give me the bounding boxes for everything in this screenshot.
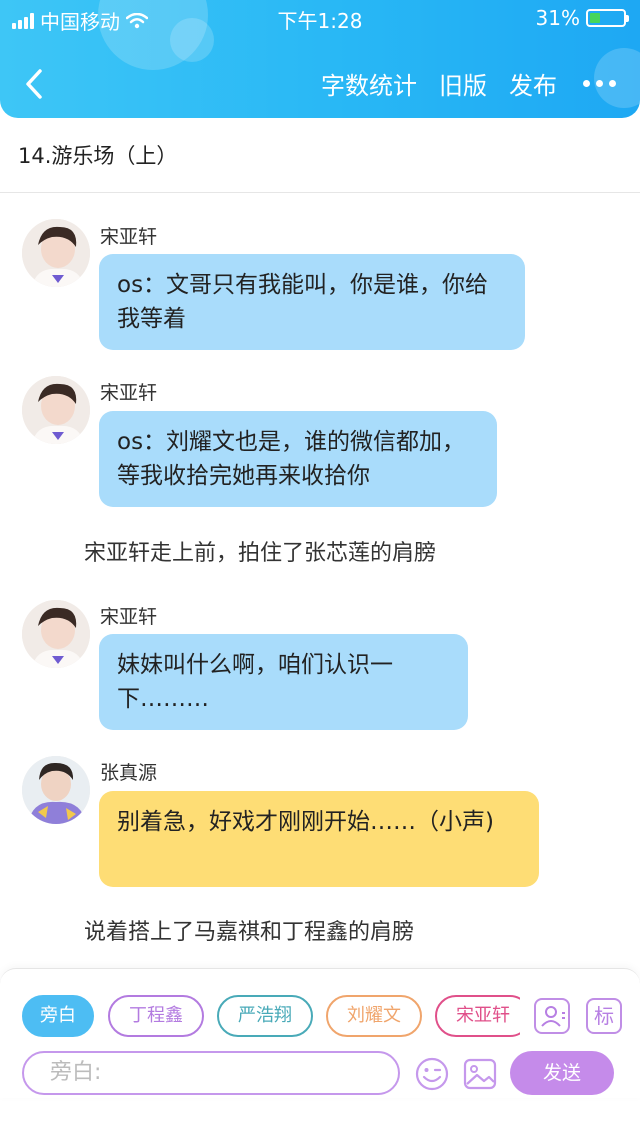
message-bubble[interactable]: os：刘耀文也是，谁的微信都加，等我收拾完她再来收拾你 [99,411,497,507]
divider [0,192,640,193]
nav-actions: 字数统计 旧版 发布 [321,66,620,101]
battery-percent: 31% [535,6,580,30]
message-input[interactable]: 旁白: [22,1051,400,1095]
avatar[interactable] [22,219,90,287]
chapter-title: 14.游乐场（上） [18,144,178,168]
speaker-name: 宋亚轩 [100,226,158,248]
message-bubble[interactable]: 妹妹叫什么啊，咱们认识一下……… [99,634,468,730]
back-button[interactable] [18,62,58,106]
word-count-button[interactable]: 字数统计 [321,66,417,101]
avatar-image [22,219,90,287]
chip-yan-haoxiang[interactable]: 严浩翔 [217,995,313,1037]
chip-narrator[interactable]: 旁白 [22,995,94,1037]
role-chips: 旁白 丁程鑫 严浩翔 刘耀文 宋亚轩 [22,995,520,1039]
send-button[interactable]: 发送 [510,1051,614,1095]
battery-fill [590,13,600,23]
avatar[interactable] [22,756,90,824]
nav-bar: 字数统计 旧版 发布 [0,60,640,108]
app-header: 中国移动 下午1:28 31% 字数统计 旧版 发布 [0,0,640,118]
chip-ding-chengxin[interactable]: 丁程鑫 [108,995,204,1037]
avatar-image [22,600,90,668]
avatar[interactable] [22,600,90,668]
narration-text: 说着搭上了马嘉祺和丁程鑫的肩膀 [84,920,415,945]
emoji-icon[interactable] [414,1056,450,1092]
character-manage-icon[interactable] [534,998,570,1034]
status-right: 31% [535,6,629,30]
status-bar: 中国移动 下午1:28 31% [0,0,640,36]
avatar[interactable] [22,376,90,444]
chip-liu-yaowen[interactable]: 刘耀文 [326,995,422,1037]
chevron-left-icon [26,69,42,99]
message-bubble[interactable]: 别着急，好戏才刚刚开始……（小声) [99,791,539,887]
more-dots-icon[interactable] [579,80,620,87]
avatar-image [22,376,90,444]
old-version-button[interactable]: 旧版 [439,66,487,101]
image-icon[interactable] [462,1056,498,1092]
chip-song-yaxuan[interactable]: 宋亚轩 [435,995,520,1037]
tag-button[interactable]: 标 [586,998,622,1034]
speaker-name: 宋亚轩 [100,382,158,404]
speaker-name: 张真源 [100,762,158,784]
battery-icon [586,9,629,27]
message-bubble[interactable]: os：文哥只有我能叫，你是谁，你给我等着 [99,254,525,350]
avatar-image [22,756,90,824]
narration-text: 宋亚轩走上前，拍住了张芯莲的肩膀 [84,541,437,566]
publish-button[interactable]: 发布 [509,66,557,101]
person-card-icon [541,1006,565,1027]
speaker-name: 宋亚轩 [100,606,158,628]
